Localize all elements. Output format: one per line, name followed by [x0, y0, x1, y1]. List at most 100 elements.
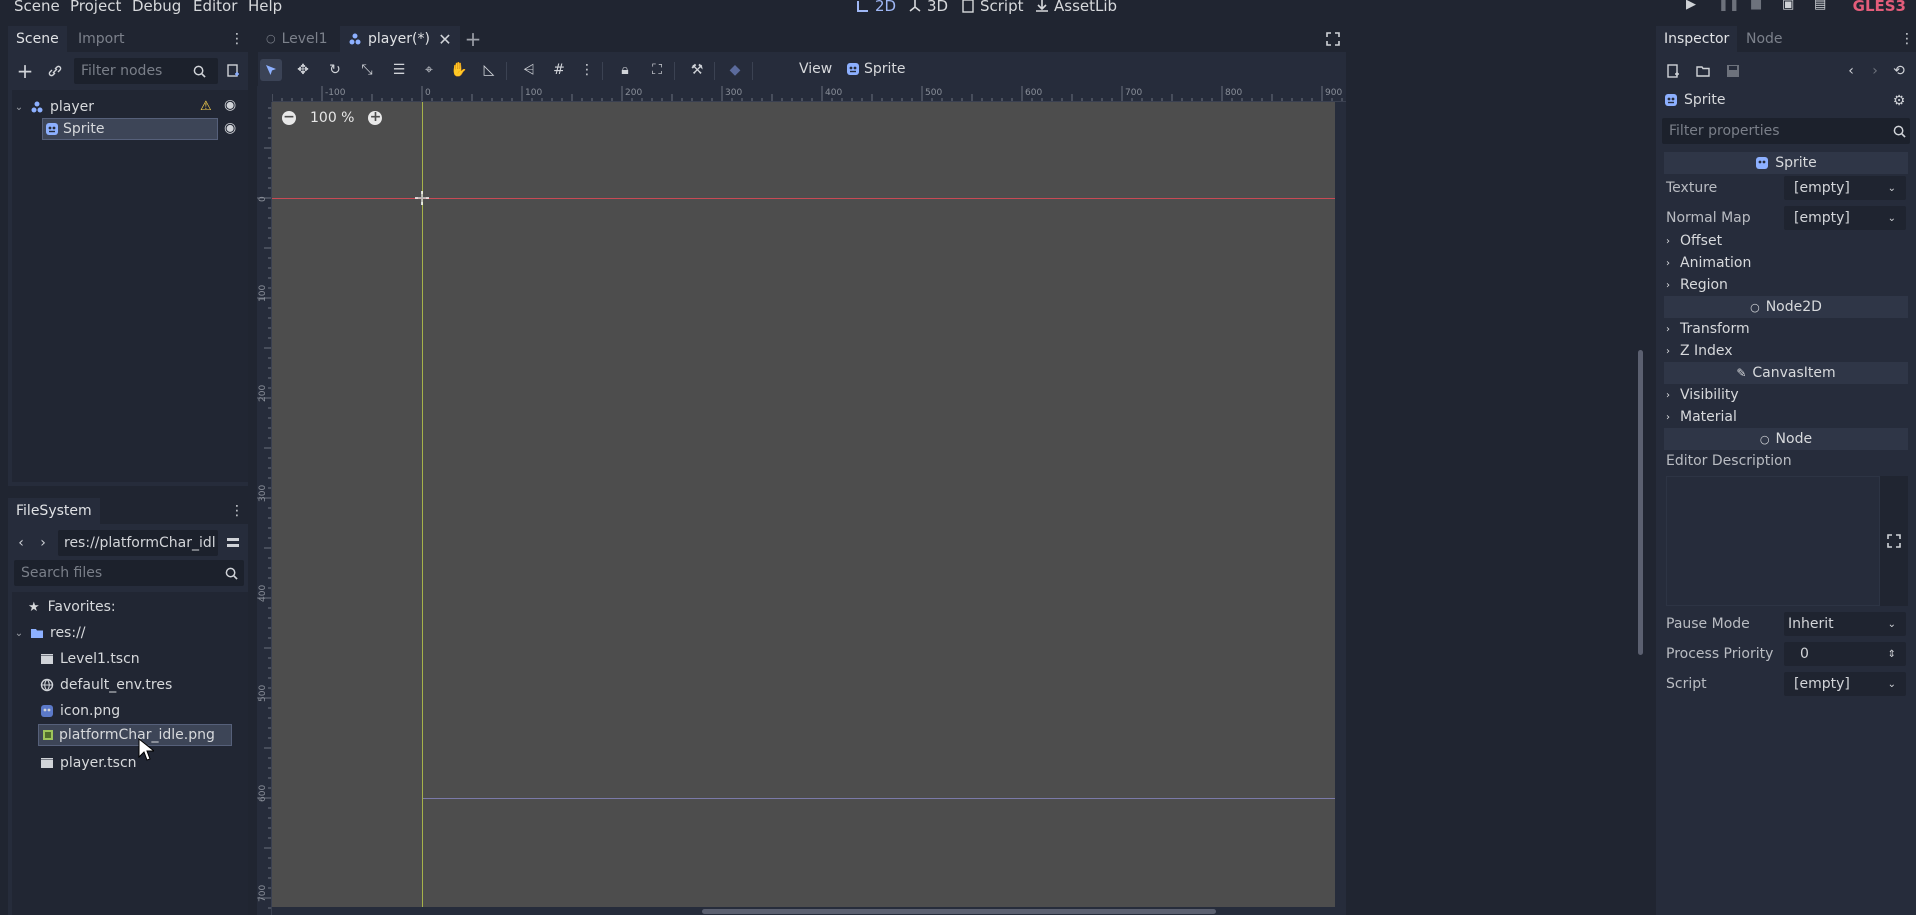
- search-files-input[interactable]: [14, 560, 244, 586]
- eye-icon[interactable]: ◉: [224, 97, 236, 113]
- workspace-2d-button[interactable]: 2D: [856, 0, 896, 15]
- lock-icon[interactable]: 🔒︎: [614, 59, 636, 81]
- rotate-mode-icon[interactable]: ↻: [324, 59, 346, 81]
- section-visibility[interactable]: › Visibility: [1666, 384, 1739, 406]
- texture-picker[interactable]: [empty] ⌄: [1784, 176, 1906, 200]
- section-animation[interactable]: › Animation: [1666, 252, 1751, 274]
- play-icon[interactable]: ▶: [1686, 0, 1702, 13]
- list-select-icon[interactable]: ☰: [388, 59, 410, 81]
- scale-mode-icon[interactable]: ⤡: [356, 59, 378, 81]
- class-header-canvasitem[interactable]: ✎ CanvasItem: [1664, 362, 1908, 384]
- section-region[interactable]: › Region: [1666, 274, 1728, 296]
- ruler-horizontal[interactable]: -100010020030040050060070080090010001100…: [272, 86, 1346, 102]
- dock-menu-icon[interactable]: ⋮: [230, 500, 244, 522]
- stop-icon[interactable]: ■: [1750, 0, 1766, 13]
- spin-arrows-icon[interactable]: ⇕: [1888, 649, 1896, 660]
- ruler-icon[interactable]: ◺: [478, 59, 500, 81]
- toggle-split-icon[interactable]: [222, 532, 244, 554]
- file-item[interactable]: icon.png: [40, 700, 120, 722]
- horizontal-scroll-thumb[interactable]: [702, 909, 1216, 914]
- vertical-scroll-thumb[interactable]: [1638, 350, 1643, 655]
- workspace-script-button[interactable]: Script: [961, 0, 1024, 15]
- view-menu[interactable]: View: [799, 61, 832, 77]
- process-priority-spinbox[interactable]: 0 ⇕: [1784, 642, 1906, 666]
- forward-arrow-icon[interactable]: ›: [36, 532, 50, 554]
- res-root-item[interactable]: ⌄ res://: [12, 622, 86, 644]
- instance-scene-icon[interactable]: [44, 60, 66, 82]
- group-icon[interactable]: ⛶: [646, 59, 668, 81]
- tab-filesystem[interactable]: FileSystem: [8, 498, 100, 524]
- file-item-selected[interactable]: platformChar_idle.png: [38, 724, 232, 746]
- menu-project[interactable]: Project: [70, 0, 121, 15]
- save-icon[interactable]: [1722, 60, 1744, 82]
- class-header-node2d[interactable]: ○ Node2D: [1664, 296, 1908, 318]
- move-mode-icon[interactable]: ✥: [292, 59, 314, 81]
- zoom-level[interactable]: 100 %: [310, 110, 354, 126]
- section-transform[interactable]: › Transform: [1666, 318, 1750, 340]
- chevron-down-icon[interactable]: ⌄: [12, 628, 26, 639]
- pause-icon[interactable]: ❚❚: [1718, 0, 1740, 13]
- ruler-vertical[interactable]: 0 100 200 300 400 500 600 700: [257, 102, 272, 915]
- file-item[interactable]: default_env.tres: [40, 674, 172, 696]
- class-header-sprite[interactable]: Sprite: [1664, 152, 1908, 174]
- snap-options-icon[interactable]: ⋮: [576, 59, 598, 81]
- dock-menu-icon[interactable]: ⋮: [1900, 28, 1914, 50]
- tree-item-player[interactable]: ⌄ player ⚠ ◉: [12, 96, 248, 118]
- normal-map-picker[interactable]: [empty] ⌄: [1784, 206, 1906, 230]
- section-material[interactable]: › Material: [1666, 406, 1737, 428]
- expand-editor-icon[interactable]: [1880, 476, 1908, 606]
- menu-editor[interactable]: Editor: [193, 0, 237, 15]
- add-node-icon[interactable]: +: [14, 59, 36, 83]
- class-header-node[interactable]: ○ Node: [1664, 428, 1908, 450]
- warning-icon[interactable]: ⚠: [200, 99, 212, 114]
- menu-help[interactable]: Help: [248, 0, 282, 15]
- history-forward-icon[interactable]: ›: [1864, 60, 1886, 82]
- attach-script-icon[interactable]: [222, 60, 244, 82]
- favorites-item[interactable]: ★ Favorites:: [28, 596, 116, 618]
- renderer-label[interactable]: GLES3: [1853, 0, 1906, 15]
- workspace-assetlib-button[interactable]: AssetLib: [1035, 0, 1117, 15]
- menu-debug[interactable]: Debug: [132, 0, 181, 15]
- sprite-menu[interactable]: Sprite: [846, 61, 906, 77]
- dock-menu-icon[interactable]: ⋮: [230, 28, 244, 50]
- camera-override-icon[interactable]: ◆: [724, 59, 746, 81]
- inspected-object[interactable]: Sprite: [1664, 92, 1726, 108]
- tab-inspector[interactable]: Inspector: [1656, 26, 1738, 52]
- tab-level1[interactable]: ○ Level1: [258, 26, 335, 52]
- tree-item-sprite[interactable]: Sprite: [42, 118, 218, 140]
- close-tab-icon[interactable]: ✕: [434, 28, 456, 50]
- play-custom-scene-icon[interactable]: ▤: [1814, 0, 1830, 13]
- canvas-viewport[interactable]: − 100 % +: [272, 102, 1335, 907]
- object-history-icon[interactable]: ⟲: [1888, 60, 1910, 82]
- grid-snap-icon[interactable]: #: [548, 59, 570, 81]
- open-folder-icon[interactable]: [1692, 60, 1714, 82]
- section-offset[interactable]: › Offset: [1666, 230, 1722, 252]
- play-scene-icon[interactable]: ▣: [1782, 0, 1798, 13]
- new-tab-icon[interactable]: +: [462, 27, 484, 51]
- file-item[interactable]: player.tscn: [40, 752, 137, 774]
- editor-description-textarea[interactable]: [1666, 476, 1880, 606]
- pause-mode-select[interactable]: Inherit ⌄: [1784, 612, 1906, 636]
- workspace-3d-button[interactable]: 3D: [908, 0, 948, 15]
- back-arrow-icon[interactable]: ‹: [14, 532, 28, 554]
- tab-node[interactable]: Node: [1738, 26, 1791, 52]
- distraction-free-icon[interactable]: [1322, 28, 1344, 50]
- chevron-down-icon[interactable]: ⌄: [12, 102, 26, 113]
- select-mode-icon[interactable]: [260, 59, 282, 81]
- smart-snap-icon[interactable]: ⩤: [518, 59, 540, 81]
- section-z-index[interactable]: › Z Index: [1666, 340, 1733, 362]
- path-field[interactable]: res://platformChar_idl: [58, 530, 218, 556]
- eye-icon[interactable]: ◉: [224, 120, 236, 136]
- skeleton-icon[interactable]: ⚒: [686, 59, 708, 81]
- pivot-icon[interactable]: ⌖: [418, 59, 440, 81]
- zoom-in-icon[interactable]: +: [368, 110, 383, 125]
- filter-properties-input[interactable]: [1662, 118, 1910, 144]
- tab-import[interactable]: Import: [70, 26, 132, 52]
- new-resource-icon[interactable]: [1662, 60, 1684, 82]
- zoom-out-icon[interactable]: −: [282, 110, 296, 125]
- pan-icon[interactable]: ✋: [448, 59, 470, 81]
- tab-scene[interactable]: Scene: [8, 26, 67, 52]
- script-picker[interactable]: [empty] ⌄: [1784, 672, 1906, 696]
- file-item[interactable]: Level1.tscn: [40, 648, 140, 670]
- object-properties-icon[interactable]: ⚙: [1888, 90, 1910, 112]
